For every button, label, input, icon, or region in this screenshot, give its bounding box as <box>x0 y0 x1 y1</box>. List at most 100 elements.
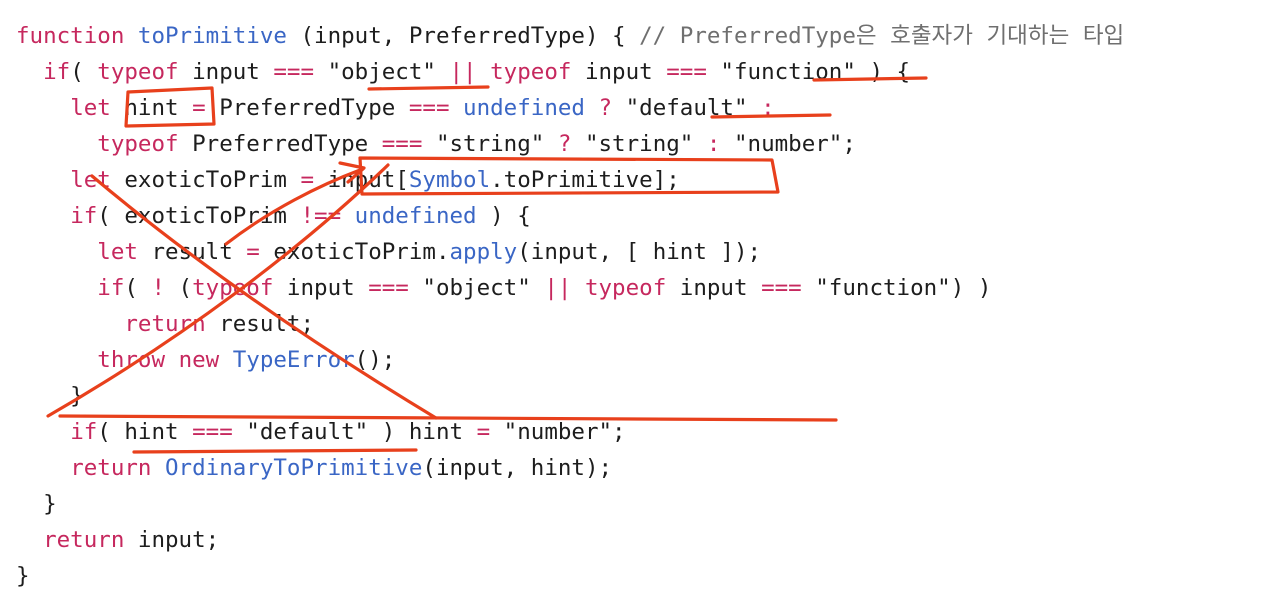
code-line: if( hint === "default" ) hint = "number"… <box>16 414 1124 450</box>
code-token: function <box>16 23 138 49</box>
code-token: (input, hint); <box>422 455 613 481</box>
code-token: ( exoticToPrim <box>97 203 301 229</box>
code-line: function toPrimitive (input, PreferredTy… <box>16 18 1124 54</box>
code-view: { "lines": [ [ {"t":"function ","c":"kw"… <box>0 0 1270 594</box>
code-token: === <box>192 419 233 445</box>
code-token: input <box>178 59 274 85</box>
code-token: .toPrimitive]; <box>490 167 680 193</box>
code-token: "object" <box>408 275 545 301</box>
code-token: exoticToPrim. <box>259 239 450 265</box>
code-token: = <box>300 167 315 193</box>
code-token: typeof <box>490 59 572 85</box>
code-token: || <box>544 275 572 301</box>
code-block: function toPrimitive (input, PreferredTy… <box>16 18 1124 594</box>
code-token: "string" <box>571 131 707 157</box>
code-token: let <box>70 167 111 193</box>
code-token: undefined <box>463 95 585 121</box>
code-token: === <box>761 275 802 301</box>
code-token: "function" <box>706 59 856 85</box>
code-token: "default" <box>612 95 762 121</box>
code-token: return <box>43 527 125 553</box>
code-token: } <box>16 563 30 589</box>
code-token: throw <box>97 347 166 373</box>
code-token: !== <box>300 203 342 229</box>
code-token: input <box>666 275 762 301</box>
code-token: typeof <box>97 59 179 85</box>
code-token: Symbol <box>408 167 491 193</box>
code-token: : <box>706 131 721 157</box>
code-token: typeof <box>192 275 274 301</box>
code-line: } <box>16 378 1124 414</box>
code-token: "object" <box>314 59 450 85</box>
code-token: input[ <box>314 167 409 193</box>
code-line: let exoticToPrim = input[Symbol.toPrimit… <box>16 162 1124 198</box>
code-line: if( typeof input === "object" || typeof … <box>16 54 1124 90</box>
code-token: ( <box>70 59 98 85</box>
code-token: === <box>381 131 423 157</box>
code-token: : <box>761 95 775 121</box>
code-line: } <box>16 558 1124 594</box>
code-token: input <box>273 275 369 301</box>
code-line: if( ! (typeof input === "object" || type… <box>16 270 1124 306</box>
code-token: === <box>408 95 450 121</box>
code-token: TypeError <box>232 347 355 373</box>
code-token: result <box>137 239 247 265</box>
code-token: = <box>246 239 260 265</box>
code-token: undefined <box>354 203 477 229</box>
code-token: = <box>192 95 206 121</box>
code-line: typeof PreferredType === "string" ? "str… <box>16 126 1124 162</box>
code-token: "function" <box>801 275 951 301</box>
code-token: PreferredType <box>205 95 409 121</box>
code-line: let result = exoticToPrim.apply(input, [… <box>16 234 1124 270</box>
code-token: (input, PreferredType) { <box>286 23 640 49</box>
code-token: ? <box>557 131 572 157</box>
code-token: ( <box>165 275 193 301</box>
code-token: = <box>476 419 491 445</box>
code-line: return input; <box>16 522 1124 558</box>
code-token: input <box>571 59 667 85</box>
code-line: if( exoticToPrim !== undefined ) { <box>16 198 1124 234</box>
code-token: return <box>70 455 152 481</box>
code-line: throw new TypeError(); <box>16 342 1124 378</box>
code-line: } <box>16 486 1124 522</box>
code-token: typeof <box>97 131 179 157</box>
code-line: return result; <box>16 306 1124 342</box>
code-token: } <box>16 491 57 517</box>
code-token: if <box>43 59 71 85</box>
code-token: toPrimitive <box>137 23 287 49</box>
code-token: if <box>97 275 125 301</box>
code-token: let <box>70 95 111 121</box>
code-token: (); <box>354 347 396 373</box>
code-token: apply <box>449 239 518 265</box>
code-token: ) hint <box>368 419 477 445</box>
code-token: ) ) <box>950 275 992 301</box>
code-token: } <box>16 383 84 409</box>
code-token: if <box>70 203 98 229</box>
code-token: ) { <box>855 59 911 85</box>
code-token: "default" <box>232 419 369 445</box>
code-token: "number"; <box>720 131 856 157</box>
code-token: === <box>666 59 707 85</box>
code-token: OrdinaryToPrimitive <box>165 455 423 481</box>
code-token: ) { <box>476 203 531 229</box>
code-token: === <box>368 275 409 301</box>
code-comment: // PreferredType은 호출자가 기대하는 타입 <box>639 23 1125 49</box>
code-token: ( <box>124 275 152 301</box>
